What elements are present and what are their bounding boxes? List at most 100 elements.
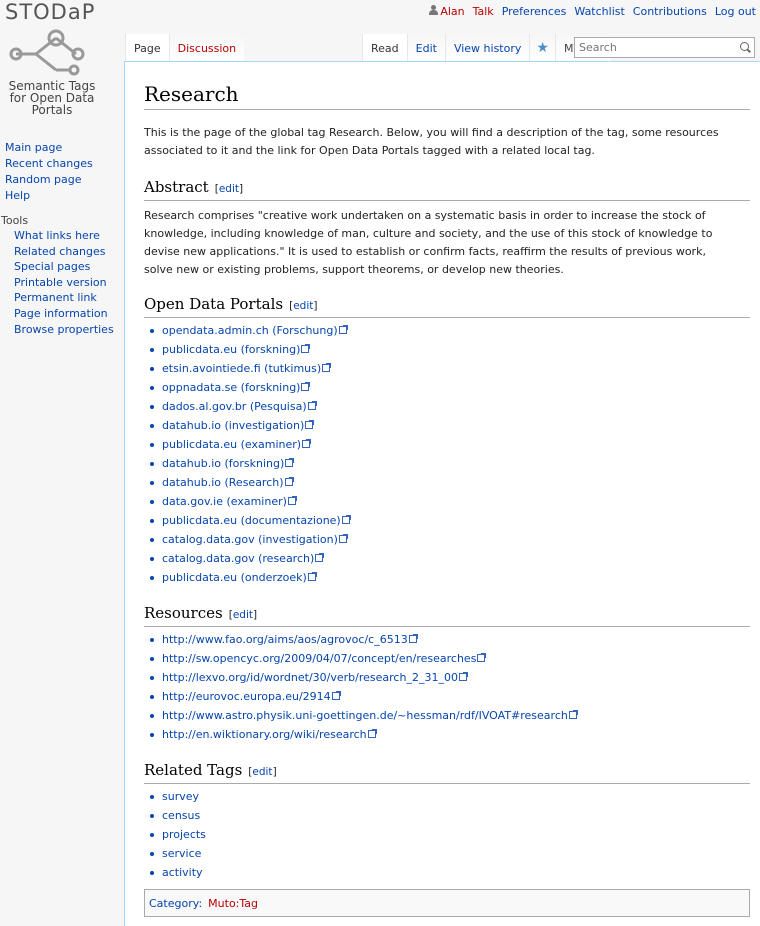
site-brand: STODaP bbox=[5, 0, 96, 24]
sidebar-item-help[interactable]: Help bbox=[0, 188, 125, 204]
portal-link[interactable]: opendata.admin.ch (Forschung) bbox=[162, 324, 338, 337]
portal-item: dados.al.gov.br (Pesquisa) bbox=[150, 397, 754, 416]
search-input[interactable] bbox=[575, 38, 735, 57]
sidebar-item-related-changes[interactable]: Related changes bbox=[0, 244, 125, 260]
portal-link[interactable]: dados.al.gov.br (Pesquisa) bbox=[162, 400, 307, 413]
user-link[interactable]: Alan bbox=[429, 5, 465, 18]
sidebar-item-browse-properties[interactable]: Browse properties bbox=[0, 322, 125, 338]
portal-link[interactable]: publicdata.eu (onderzoek) bbox=[162, 571, 307, 584]
related-tag-item: census bbox=[150, 806, 754, 825]
resource-item: http://www.fao.org/aims/aos/agrovoc/c_65… bbox=[150, 630, 754, 649]
tools-heading: Tools bbox=[1, 214, 29, 227]
portals-heading: Open Data Portals [edit] bbox=[144, 293, 750, 318]
resource-link[interactable]: http://en.wiktionary.org/wiki/research bbox=[162, 728, 367, 741]
sidebar-item-main-page[interactable]: Main page bbox=[0, 140, 125, 156]
resources-heading: Resources [edit] bbox=[144, 602, 750, 627]
tab-edit[interactable]: Edit bbox=[406, 34, 445, 61]
portal-item: oppnadata.se (forskning) bbox=[150, 378, 754, 397]
sidebar-item-page-information[interactable]: Page information bbox=[0, 306, 125, 322]
related-tag-link[interactable]: service bbox=[162, 847, 201, 860]
logo-graph-icon bbox=[9, 29, 85, 76]
related-tag-link[interactable]: projects bbox=[162, 828, 206, 841]
category-muto-tag-link[interactable]: Muto:Tag bbox=[208, 897, 258, 910]
external-link-icon bbox=[322, 363, 332, 372]
watch-star-icon[interactable]: ★ bbox=[529, 34, 555, 61]
tab-history[interactable]: View history bbox=[444, 34, 530, 61]
external-link-icon bbox=[331, 691, 341, 700]
portal-item: opendata.admin.ch (Forschung) bbox=[150, 321, 754, 340]
resource-link[interactable]: http://lexvo.org/id/wordnet/30/verb/rese… bbox=[162, 671, 458, 684]
sidebar-item-special-pages[interactable]: Special pages bbox=[0, 259, 125, 275]
external-link-icon bbox=[307, 572, 317, 581]
external-link-icon bbox=[284, 477, 294, 486]
resource-item: http://www.astro.physik.uni-goettingen.d… bbox=[150, 706, 754, 725]
resource-item: http://en.wiktionary.org/wiki/research bbox=[150, 725, 754, 744]
external-link-icon bbox=[338, 325, 348, 334]
external-link-icon bbox=[367, 729, 377, 738]
namespace-tabs: Page Discussion bbox=[125, 34, 245, 61]
talk-link[interactable]: Talk bbox=[473, 5, 494, 18]
watchlist-link[interactable]: Watchlist bbox=[574, 5, 624, 18]
portal-link[interactable]: etsin.avointiede.fi (tutkimus) bbox=[162, 362, 321, 375]
tab-page[interactable]: Page bbox=[125, 34, 169, 61]
portal-item: datahub.io (investigation) bbox=[150, 416, 754, 435]
site-tagline: Semantic Tags for Open Data Portals bbox=[8, 79, 96, 117]
external-link-icon bbox=[307, 401, 317, 410]
sidebar-item-recent-changes[interactable]: Recent changes bbox=[0, 156, 125, 172]
sidebar-item-printable-version[interactable]: Printable version bbox=[0, 275, 125, 291]
resource-link[interactable]: http://www.fao.org/aims/aos/agrovoc/c_65… bbox=[162, 633, 408, 646]
site-logo[interactable]: STODaP Semantic Tags for Open Data Porta… bbox=[0, 0, 125, 130]
portal-link[interactable]: publicdata.eu (forskning) bbox=[162, 343, 300, 356]
external-link-icon bbox=[287, 496, 297, 505]
contributions-link[interactable]: Contributions bbox=[633, 5, 707, 18]
portal-item: catalog.data.gov (investigation) bbox=[150, 530, 754, 549]
portal-item: datahub.io (Research) bbox=[150, 473, 754, 492]
portal-item: publicdata.eu (documentazione) bbox=[150, 511, 754, 530]
portal-link[interactable]: data.gov.ie (examiner) bbox=[162, 495, 287, 508]
related-tag-item: service bbox=[150, 844, 754, 863]
portal-link[interactable]: publicdata.eu (documentazione) bbox=[162, 514, 341, 527]
resource-link[interactable]: http://sw.opencyc.org/2009/04/07/concept… bbox=[162, 652, 476, 665]
external-link-icon bbox=[458, 672, 468, 681]
sidebar-item-random-page[interactable]: Random page bbox=[0, 172, 125, 188]
external-link-icon bbox=[568, 710, 578, 719]
related-tag-link[interactable]: survey bbox=[162, 790, 199, 803]
personal-tools: Alan Talk Preferences Watchlist Contribu… bbox=[429, 5, 756, 18]
portal-link[interactable]: datahub.io (investigation) bbox=[162, 419, 304, 432]
resource-item: http://eurovoc.europa.eu/2914 bbox=[150, 687, 754, 706]
resource-link[interactable]: http://www.astro.physik.uni-goettingen.d… bbox=[162, 709, 568, 722]
page-title: Research bbox=[144, 80, 750, 110]
resource-link[interactable]: http://eurovoc.europa.eu/2914 bbox=[162, 690, 331, 703]
resource-item: http://sw.opencyc.org/2009/04/07/concept… bbox=[150, 649, 754, 668]
sidebar-item-permanent-link[interactable]: Permanent link bbox=[0, 290, 125, 306]
portals-list: opendata.admin.ch (Forschung) publicdata.… bbox=[144, 321, 754, 587]
logout-link[interactable]: Log out bbox=[715, 5, 756, 18]
abstract-heading: Abstract [edit] bbox=[144, 176, 750, 201]
portal-item: publicdata.eu (forskning) bbox=[150, 340, 754, 359]
portal-link[interactable]: datahub.io (Research) bbox=[162, 476, 284, 489]
related-tag-link[interactable]: activity bbox=[162, 866, 203, 879]
sidebar-item-what-links-here[interactable]: What links here bbox=[0, 228, 125, 244]
portal-item: data.gov.ie (examiner) bbox=[150, 492, 754, 511]
related-tags-heading: Related Tags [edit] bbox=[144, 759, 750, 784]
search-box bbox=[574, 37, 755, 58]
preferences-link[interactable]: Preferences bbox=[502, 5, 567, 18]
external-link-icon bbox=[338, 534, 348, 543]
external-link-icon bbox=[315, 553, 325, 562]
external-link-icon bbox=[341, 515, 351, 524]
tab-read[interactable]: Read bbox=[362, 34, 407, 61]
external-link-icon bbox=[302, 439, 312, 448]
search-icon[interactable] bbox=[740, 42, 749, 51]
user-icon bbox=[429, 5, 439, 15]
portal-link[interactable]: datahub.io (forskning) bbox=[162, 457, 284, 470]
related-tag-link[interactable]: census bbox=[162, 809, 200, 822]
portal-link[interactable]: oppnadata.se (forskning) bbox=[162, 381, 300, 394]
related-tag-item: projects bbox=[150, 825, 754, 844]
tab-discussion[interactable]: Discussion bbox=[168, 34, 245, 61]
category-label-link[interactable]: Category: bbox=[149, 897, 202, 910]
resources-list: http://www.fao.org/aims/aos/agrovoc/c_65… bbox=[144, 630, 754, 744]
portal-link[interactable]: catalog.data.gov (investigation) bbox=[162, 533, 338, 546]
abstract-paragraph: Research comprises "creative work undert… bbox=[144, 209, 713, 276]
portal-link[interactable]: publicdata.eu (examiner) bbox=[162, 438, 301, 451]
portal-link[interactable]: catalog.data.gov (research) bbox=[162, 552, 314, 565]
